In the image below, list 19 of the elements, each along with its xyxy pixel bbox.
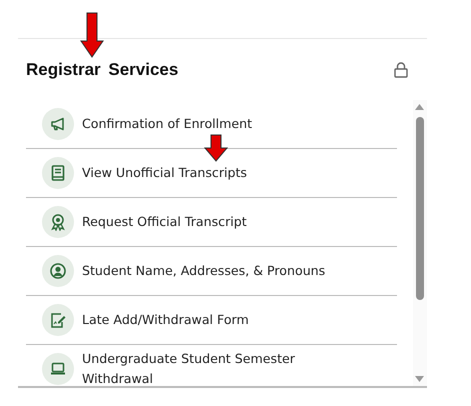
laptop-icon xyxy=(50,362,66,376)
service-link[interactable]: Student Name, Addresses, & Pronouns xyxy=(26,255,326,287)
service-link[interactable]: Confirmation of Enrollment xyxy=(26,108,252,140)
award-ribbon-icon xyxy=(51,214,65,230)
lock-icon[interactable] xyxy=(394,62,408,78)
down-arrow-icon xyxy=(204,134,228,162)
service-link[interactable]: Undergraduate Student Semester Withdrawal xyxy=(26,349,342,386)
down-arrow-icon xyxy=(80,12,104,58)
panel-title: Registrar Services xyxy=(26,60,178,80)
document-pen-icon xyxy=(50,312,66,328)
scroll-down-icon[interactable] xyxy=(415,376,424,382)
user-circle-icon xyxy=(50,263,66,279)
service-link[interactable]: View Unofficial Transcripts xyxy=(26,157,247,189)
book-icon xyxy=(51,165,65,181)
scroll-up-icon[interactable] xyxy=(415,104,424,110)
scrollbar-thumb[interactable] xyxy=(416,117,424,300)
service-link[interactable]: Late Add/Withdrawal Form xyxy=(26,304,249,336)
megaphone-icon xyxy=(50,117,66,131)
service-link[interactable]: Request Official Transcript xyxy=(26,206,247,238)
